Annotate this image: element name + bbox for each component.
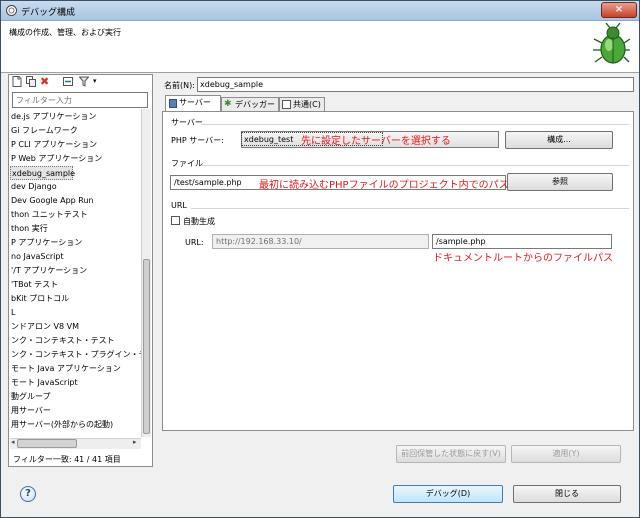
list-item[interactable]: ンク・コンテキスト・テスト: [10, 334, 143, 348]
server-group-divider: [201, 124, 629, 125]
tab-common[interactable]: 共通(C): [279, 97, 325, 111]
collapse-all-icon[interactable]: [63, 76, 73, 87]
auto-generate-label: 自動生成: [183, 217, 215, 226]
debug-button[interactable]: デバッグ(D): [393, 485, 503, 503]
list-item[interactable]: Gi フレームワーク: [10, 124, 143, 138]
list-toolbar: ✖ ▾: [9, 75, 151, 90]
scroll-left-icon[interactable]: ◂: [11, 438, 15, 446]
debug-configurations-dialog: デバッグ構成 × 構成の作成、管理、および実行 ✖ ▾ de.js アプリケーシ…: [0, 0, 640, 518]
server-icon: [169, 99, 177, 108]
tab-debugger[interactable]: ✱ デバッガー: [221, 97, 279, 111]
php-server-label: PHP サーバー:: [171, 136, 224, 145]
bug-icon: ✱: [224, 99, 232, 109]
duplicate-icon[interactable]: [26, 76, 36, 87]
list-item[interactable]: Dev Google App Run: [10, 194, 143, 208]
server-group-label: サーバー: [171, 118, 203, 127]
view-menu-icon[interactable]: ▾: [93, 76, 103, 87]
list-item[interactable]: xdebug_sample: [10, 166, 75, 180]
header-banner: 構成の作成、管理、および実行: [1, 21, 639, 73]
url-group-label: URL: [171, 201, 187, 210]
configuration-tree[interactable]: de.js アプリケーション Gi フレームワーク P CLI アプリケーション P …: [10, 110, 143, 437]
revert-button[interactable]: 前回保管した状態に戻す(V): [396, 445, 506, 463]
apply-button[interactable]: 適用(Y): [511, 445, 621, 463]
list-item[interactable]: 用サーバー(外部からの起動): [10, 418, 143, 432]
name-input[interactable]: xdebug_sample: [197, 77, 634, 92]
list-item[interactable]: L: [10, 306, 143, 320]
url-group-divider: [191, 208, 629, 209]
help-icon[interactable]: ?: [20, 486, 36, 502]
browse-button[interactable]: 参照: [507, 173, 613, 191]
debug-bug-icon: [593, 23, 631, 64]
filter-input[interactable]: [12, 92, 148, 108]
url-label: URL:: [185, 238, 204, 247]
file-group-label: ファイル: [171, 159, 203, 168]
url-base-input[interactable]: http://192.168.33.10/: [212, 234, 429, 249]
list-item[interactable]: de.js アプリケーション: [10, 110, 143, 124]
list-item[interactable]: モート JavaScript: [10, 376, 143, 390]
list-item[interactable]: bKit プロトコル: [10, 292, 143, 306]
url-path-input[interactable]: /sample.php: [432, 234, 612, 249]
list-item[interactable]: P CLI アプリケーション: [10, 138, 143, 152]
list-vertical-scroll-thumb[interactable]: [143, 259, 150, 434]
name-label: 名前(N):: [164, 81, 195, 90]
scroll-right-icon[interactable]: ▸: [133, 438, 137, 446]
list-item[interactable]: '/T アプリケーション: [10, 264, 143, 278]
eclipse-icon: [6, 5, 17, 16]
annotation-url: ドキュメントルートからのファイルパス: [433, 253, 613, 264]
list-item[interactable]: 動グループ: [10, 390, 143, 404]
list-item[interactable]: thon ユニットテスト: [10, 208, 143, 222]
banner-description: 構成の作成、管理、および実行: [9, 28, 121, 37]
annotation-file: 最初に読み込むPHPファイルのプロジェクト内でのパス: [259, 180, 509, 191]
list-item[interactable]: dev Django: [10, 180, 143, 194]
common-icon: [282, 100, 291, 109]
tab-server-label: サーバー: [179, 98, 211, 107]
tab-debugger-label: デバッガー: [235, 100, 275, 109]
annotation-server: 先に設定したサーバーを選択する: [301, 136, 451, 147]
list-item[interactable]: モート Java アプリケーション: [10, 362, 143, 376]
close-button[interactable]: 閉じる: [513, 485, 621, 503]
list-item[interactable]: 'TBot テスト: [10, 278, 143, 292]
list-horizontal-scroll-thumb[interactable]: [17, 439, 77, 448]
list-item[interactable]: P Web アプリケーション: [10, 152, 143, 166]
list-item[interactable]: ンドアロン V8 VM: [10, 320, 143, 334]
window-close-button[interactable]: ×: [601, 2, 637, 18]
list-item[interactable]: no JavaScript: [10, 250, 143, 264]
tab-server[interactable]: サーバー: [165, 95, 221, 112]
delete-icon[interactable]: ✖: [40, 76, 50, 87]
list-item[interactable]: thon 実行: [10, 222, 143, 236]
list-item[interactable]: P アプリケーション: [10, 236, 143, 250]
server-tab-panel: [162, 111, 634, 431]
filter-match-count: フィルター一致: 41 / 41 項目: [13, 455, 121, 464]
title-bar[interactable]: デバッグ構成 ×: [1, 1, 639, 21]
configure-button[interactable]: 構成...: [505, 131, 613, 149]
filter-icon[interactable]: [79, 76, 89, 87]
window-title: デバッグ構成: [21, 8, 76, 18]
list-item[interactable]: ンク・コンテキスト・プラグイン・テ: [10, 348, 143, 362]
auto-generate-checkbox[interactable]: [171, 216, 180, 225]
tab-common-label: 共通(C): [293, 100, 321, 109]
list-item[interactable]: 用サーバー: [10, 404, 143, 418]
file-group-divider: [201, 165, 629, 166]
new-configuration-icon[interactable]: [12, 76, 22, 87]
